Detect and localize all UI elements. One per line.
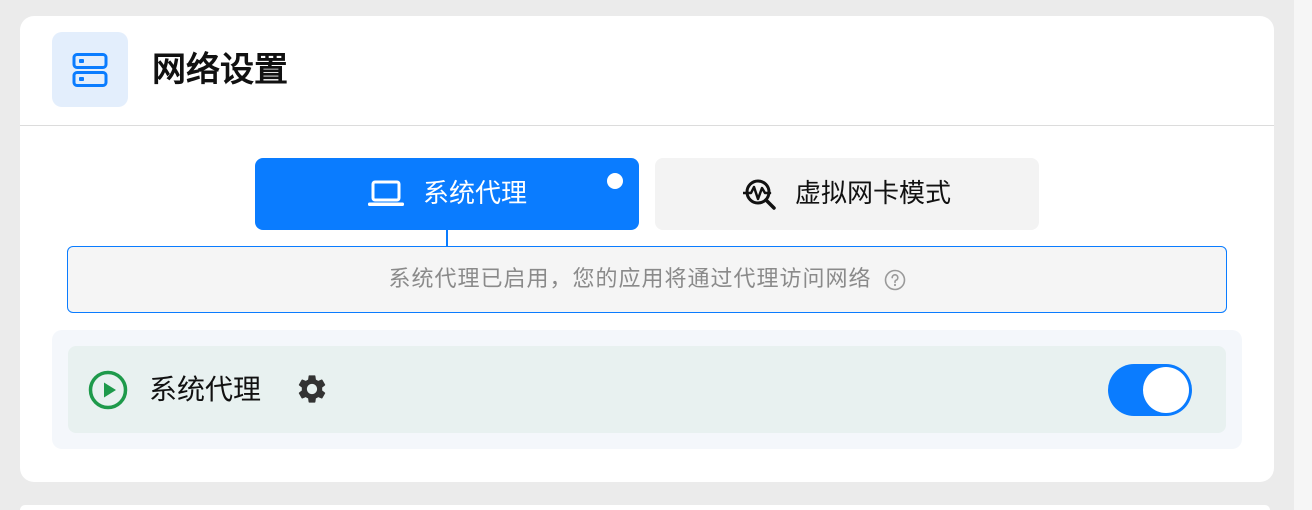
tab-label: 虚拟网卡模式 — [794, 179, 951, 209]
play-circle-icon — [88, 370, 128, 410]
system-proxy-toggle[interactable] — [1108, 364, 1192, 416]
laptop-icon — [367, 180, 404, 206]
tab-virtual-nic-mode[interactable]: 虚拟网卡模式 — [655, 158, 1039, 230]
toggle-knob — [1143, 367, 1189, 413]
system-proxy-row: 系统代理 — [68, 346, 1226, 433]
proxy-section: 系统代理 — [52, 330, 1242, 449]
scrollbar-track[interactable] — [1294, 0, 1312, 510]
info-text: 系统代理已启用，您的应用将通过代理访问网络 — [388, 266, 872, 292]
header-icon-box — [52, 32, 128, 107]
server-icon — [72, 52, 108, 87]
header-divider — [20, 125, 1274, 126]
active-indicator-dot — [607, 173, 623, 189]
network-search-icon — [742, 179, 776, 210]
system-proxy-label: 系统代理 — [149, 373, 262, 406]
help-circle-icon[interactable] — [884, 269, 906, 291]
network-settings-card: 网络设置 系统代理 虚拟网卡模式 系统代理已启用，您的应用将通过代理访问网络 系… — [20, 16, 1274, 482]
page-title: 网络设置 — [152, 50, 288, 90]
next-settings-card — [20, 505, 1270, 510]
tab-label: 系统代理 — [422, 179, 527, 209]
tab-connector-line — [446, 230, 448, 246]
tab-system-proxy[interactable]: 系统代理 — [255, 158, 639, 230]
gear-icon[interactable] — [295, 372, 329, 406]
mode-info-banner: 系统代理已启用，您的应用将通过代理访问网络 — [67, 246, 1227, 313]
